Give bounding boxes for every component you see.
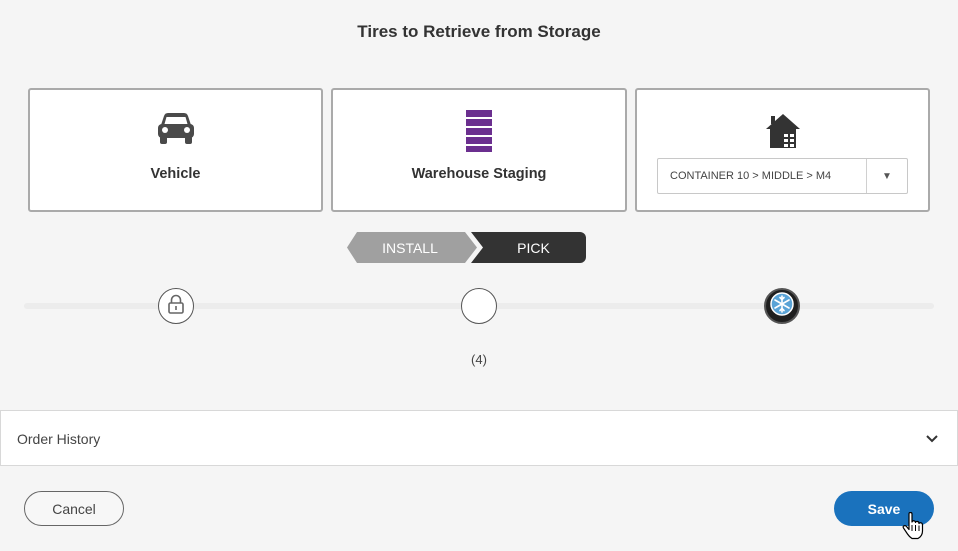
page-title: Tires to Retrieve from Storage — [357, 22, 601, 41]
lock-node[interactable] — [158, 288, 194, 324]
empty-node[interactable] — [461, 288, 497, 324]
pick-toggle-option[interactable]: PICK — [471, 232, 586, 263]
car-icon — [156, 112, 196, 151]
storage-building-icon — [764, 112, 802, 155]
vehicle-label: Vehicle — [150, 166, 201, 182]
cancel-button[interactable]: Cancel — [24, 491, 124, 526]
storage-card[interactable]: CONTAINER 10 > MIDDLE > M4 ▼ — [635, 88, 930, 212]
dropdown-arrow-icon[interactable]: ▼ — [866, 159, 907, 193]
vehicle-card[interactable]: Vehicle — [28, 88, 323, 212]
install-pick-toggle[interactable]: INSTALL PICK — [347, 232, 587, 263]
tire-count: (4) — [471, 352, 487, 367]
storage-location-value: CONTAINER 10 > MIDDLE > M4 — [670, 170, 832, 182]
hand-cursor-icon — [902, 511, 924, 545]
chevron-down-icon[interactable] — [925, 431, 939, 449]
order-history-label: Order History — [17, 431, 101, 447]
storage-location-select[interactable]: CONTAINER 10 > MIDDLE > M4 ▼ — [657, 158, 908, 194]
snowflake-tire-icon — [769, 291, 795, 322]
warehouse-staging-card[interactable]: Warehouse Staging — [331, 88, 627, 212]
lock-icon — [167, 294, 185, 319]
warehouse-staging-label: Warehouse Staging — [411, 166, 547, 182]
shelving-icon — [466, 110, 492, 157]
order-history-accordion[interactable]: Order History — [0, 410, 958, 466]
tire-node[interactable] — [764, 288, 800, 324]
install-toggle-option[interactable]: INSTALL — [347, 232, 477, 263]
